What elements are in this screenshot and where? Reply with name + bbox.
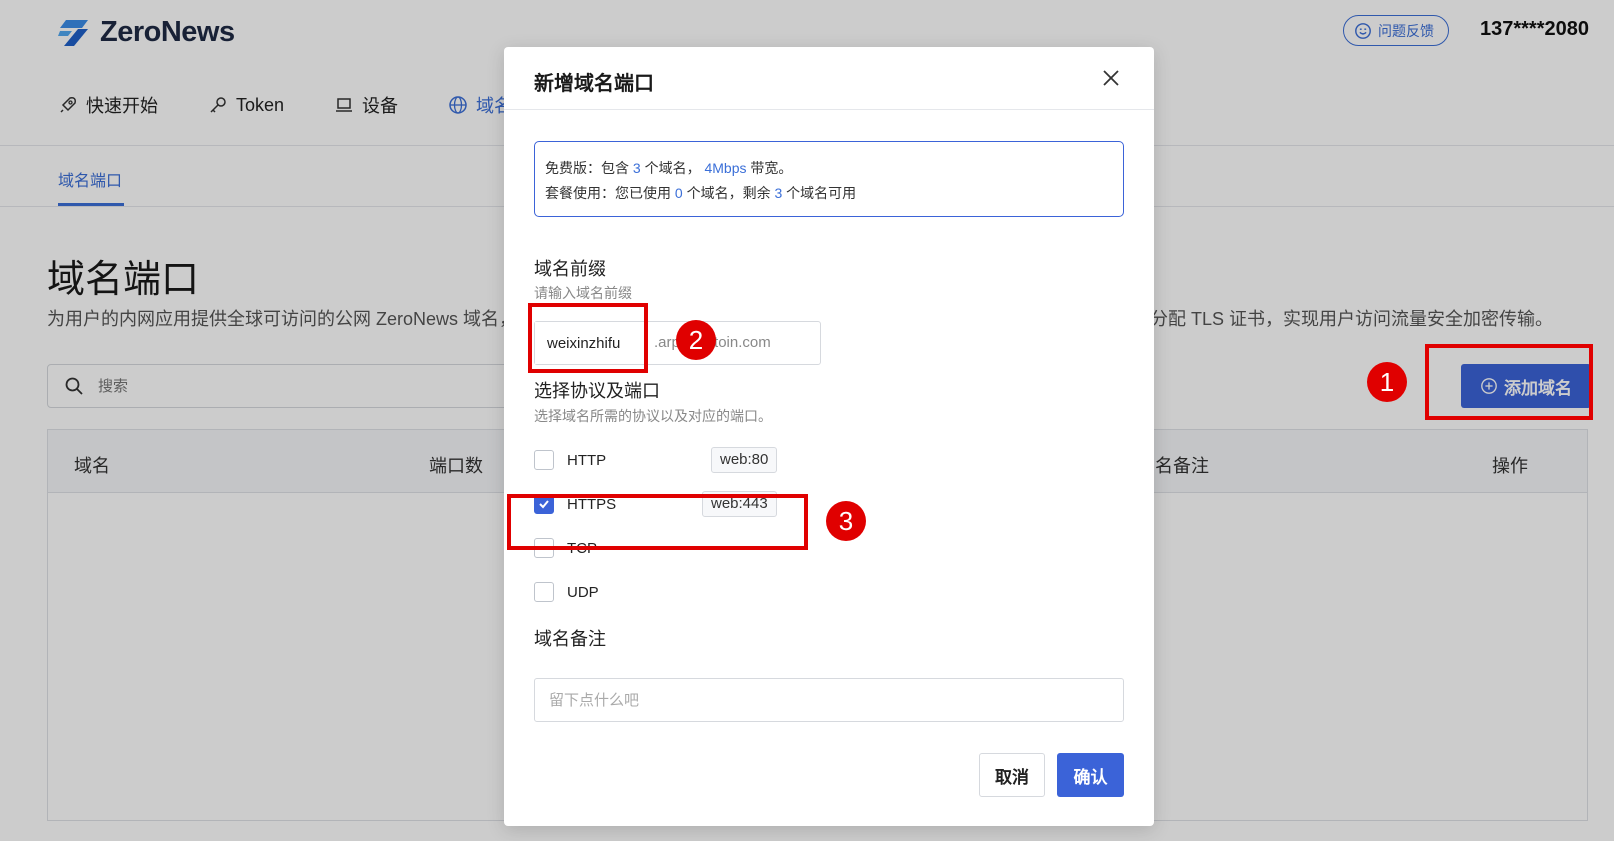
prefix-label: 域名前缀: [534, 259, 606, 279]
annotation-box-add-button: [1425, 344, 1593, 420]
plan-info-box: 免费版：包含 3 个域名， 4Mbps 带宽。 套餐使用：您已使用 0 个域名，…: [534, 141, 1124, 217]
note-label: 域名备注: [534, 629, 606, 649]
protocol-name: UDP: [567, 583, 599, 601]
annotation-number-1: 1: [1367, 362, 1407, 402]
protocol-row-http[interactable]: HTTP: [534, 447, 687, 473]
annotation-number-3: 3: [826, 501, 866, 541]
add-domain-port-dialog: 新增域名端口 免费版：包含 3 个域名， 4Mbps 带宽。 套餐使用：您已使用…: [504, 47, 1154, 826]
confirm-button[interactable]: 确认: [1057, 753, 1124, 797]
close-icon[interactable]: [1100, 67, 1122, 89]
dialog-header: 新增域名端口: [504, 47, 1154, 110]
http-checkbox[interactable]: [534, 450, 554, 470]
protocol-hint: 选择域名所需的协议以及对应的端口。: [534, 408, 772, 424]
plan-info-line1: 免费版：包含 3 个域名， 4Mbps 带宽。: [545, 156, 1113, 181]
bandwidth-quota: 4Mbps: [704, 160, 747, 176]
info-text: 个域名可用: [782, 185, 857, 201]
protocol-label: 选择协议及端口: [534, 381, 660, 401]
annotation-box-https: [507, 494, 808, 550]
info-text: 免费版：包含: [545, 160, 633, 176]
http-port-tag[interactable]: web:80: [711, 447, 778, 473]
dialog-title: 新增域名端口: [534, 73, 654, 95]
cancel-button[interactable]: 取消: [979, 753, 1045, 797]
domains-used: 0: [674, 185, 683, 201]
protocol-name: HTTP: [567, 451, 607, 469]
info-text: 套餐使用：您已使用: [545, 185, 675, 201]
info-text: 带宽。: [746, 160, 793, 176]
protocol-row-udp[interactable]: UDP: [534, 579, 687, 605]
udp-checkbox[interactable]: [534, 582, 554, 602]
plan-info-line2: 套餐使用：您已使用 0 个域名，剩余 3 个域名可用: [545, 181, 1113, 206]
info-text: 个域名，剩余: [682, 185, 775, 201]
annotation-number-2: 2: [676, 320, 716, 360]
domain-quota: 3: [632, 160, 641, 176]
domain-note-input[interactable]: [534, 678, 1124, 722]
prefix-hint: 请输入域名前缀: [534, 285, 632, 301]
annotation-box-prefix: [528, 303, 648, 373]
info-text: 个域名，: [640, 160, 705, 176]
